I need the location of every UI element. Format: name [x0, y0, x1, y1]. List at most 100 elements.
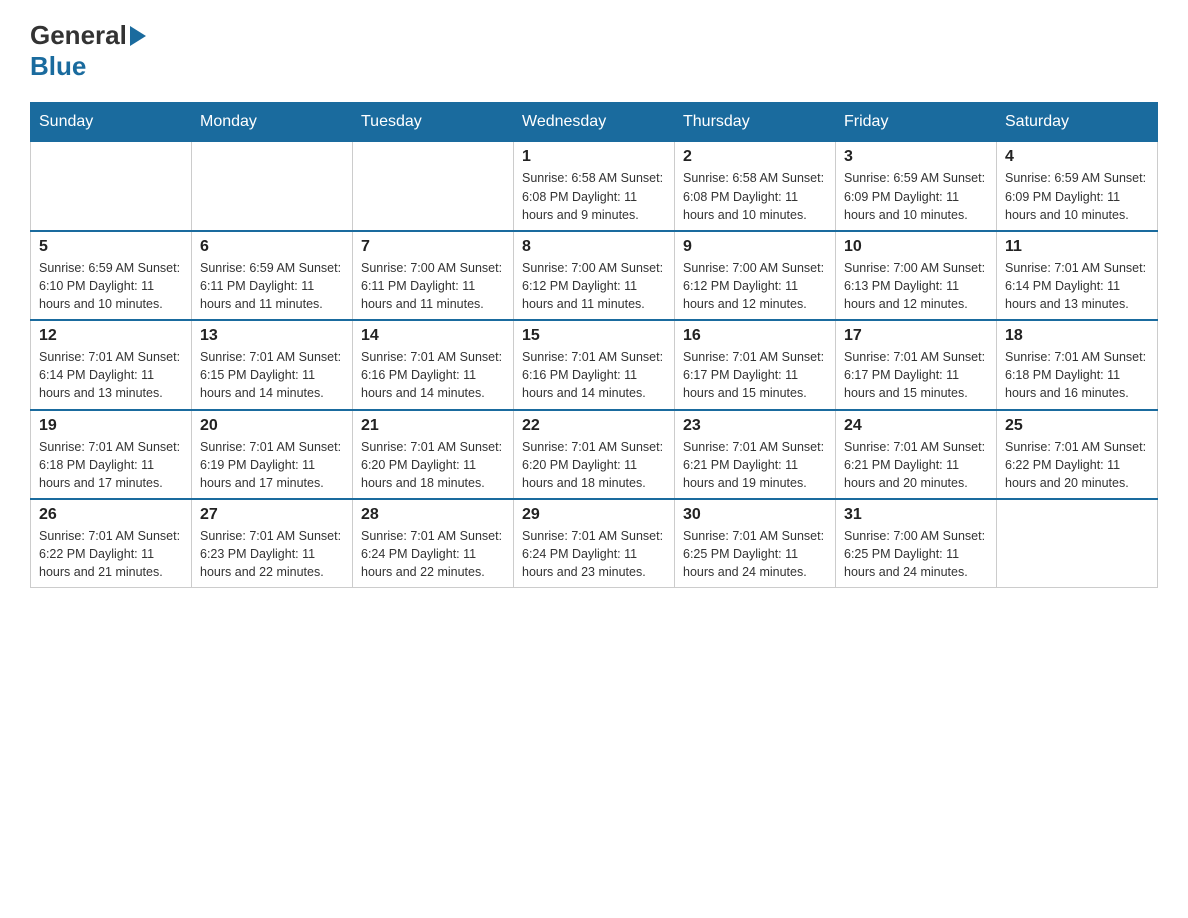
- day-info: Sunrise: 7:01 AM Sunset: 6:20 PM Dayligh…: [522, 438, 666, 492]
- day-number: 10: [844, 238, 988, 256]
- day-info: Sunrise: 7:00 AM Sunset: 6:12 PM Dayligh…: [522, 259, 666, 313]
- day-info: Sunrise: 7:00 AM Sunset: 6:11 PM Dayligh…: [361, 259, 505, 313]
- day-cell: 26 Sunrise: 7:01 AM Sunset: 6:22 PM Dayli…: [31, 499, 192, 588]
- day-number: 12: [39, 327, 183, 345]
- day-cell: 11 Sunrise: 7:01 AM Sunset: 6:14 PM Dayli…: [997, 231, 1158, 320]
- day-info: Sunrise: 7:01 AM Sunset: 6:23 PM Dayligh…: [200, 527, 344, 581]
- day-number: 31: [844, 506, 988, 524]
- day-number: 2: [683, 148, 827, 166]
- logo-triangle-icon: [130, 26, 146, 46]
- day-number: 16: [683, 327, 827, 345]
- day-info: Sunrise: 7:00 AM Sunset: 6:25 PM Dayligh…: [844, 527, 988, 581]
- day-cell: 22 Sunrise: 7:01 AM Sunset: 6:20 PM Dayli…: [514, 410, 675, 499]
- day-info: Sunrise: 7:00 AM Sunset: 6:12 PM Dayligh…: [683, 259, 827, 313]
- column-header-wednesday: Wednesday: [514, 103, 675, 142]
- day-number: 28: [361, 506, 505, 524]
- day-cell: 13Sunrise: 7:01 AM Sunset: 6:15 PM Dayli…: [192, 320, 353, 409]
- column-header-tuesday: Tuesday: [353, 103, 514, 142]
- day-info: Sunrise: 7:01 AM Sunset: 6:17 PM Dayligh…: [844, 348, 988, 402]
- day-cell: 31 Sunrise: 7:00 AM Sunset: 6:25 PM Dayli…: [836, 499, 997, 588]
- day-number: 3: [844, 148, 988, 166]
- day-number: 27: [200, 506, 344, 524]
- day-number: 1: [522, 148, 666, 166]
- day-cell: 14 Sunrise: 7:01 AM Sunset: 6:16 PM Dayli…: [353, 320, 514, 409]
- day-cell: [192, 142, 353, 231]
- day-cell: 8 Sunrise: 7:00 AM Sunset: 6:12 PM Daylig…: [514, 231, 675, 320]
- day-number: 11: [1005, 238, 1149, 256]
- day-info: Sunrise: 7:01 AM Sunset: 6:21 PM Dayligh…: [844, 438, 988, 492]
- day-cell: 2 Sunrise: 6:58 AM Sunset: 6:08 PM Daylig…: [675, 142, 836, 231]
- day-cell: 25Sunrise: 7:01 AM Sunset: 6:22 PM Dayli…: [997, 410, 1158, 499]
- day-cell: 23 Sunrise: 7:01 AM Sunset: 6:21 PM Dayli…: [675, 410, 836, 499]
- day-number: 5: [39, 238, 183, 256]
- day-number: 30: [683, 506, 827, 524]
- day-number: 14: [361, 327, 505, 345]
- day-number: 6: [200, 238, 344, 256]
- day-number: 9: [683, 238, 827, 256]
- day-cell: [353, 142, 514, 231]
- day-cell: 21Sunrise: 7:01 AM Sunset: 6:20 PM Dayli…: [353, 410, 514, 499]
- day-cell: 15 Sunrise: 7:01 AM Sunset: 6:16 PM Dayli…: [514, 320, 675, 409]
- day-cell: [31, 142, 192, 231]
- day-number: 17: [844, 327, 988, 345]
- week-row-5: 26 Sunrise: 7:01 AM Sunset: 6:22 PM Dayli…: [31, 499, 1158, 588]
- day-cell: 30 Sunrise: 7:01 AM Sunset: 6:25 PM Dayli…: [675, 499, 836, 588]
- day-info: Sunrise: 7:01 AM Sunset: 6:25 PM Dayligh…: [683, 527, 827, 581]
- column-header-sunday: Sunday: [31, 103, 192, 142]
- day-info: Sunrise: 7:01 AM Sunset: 6:18 PM Dayligh…: [39, 438, 183, 492]
- day-info: Sunrise: 7:00 AM Sunset: 6:13 PM Dayligh…: [844, 259, 988, 313]
- day-number: 22: [522, 417, 666, 435]
- day-info: Sunrise: 7:01 AM Sunset: 6:15 PM Dayligh…: [200, 348, 344, 402]
- day-cell: 27 Sunrise: 7:01 AM Sunset: 6:23 PM Dayli…: [192, 499, 353, 588]
- logo-text-general: General: [30, 20, 127, 51]
- day-cell: 24 Sunrise: 7:01 AM Sunset: 6:21 PM Dayli…: [836, 410, 997, 499]
- week-row-1: 1 Sunrise: 6:58 AM Sunset: 6:08 PM Daylig…: [31, 142, 1158, 231]
- column-header-friday: Friday: [836, 103, 997, 142]
- day-number: 8: [522, 238, 666, 256]
- day-cell: 9 Sunrise: 7:00 AM Sunset: 6:12 PM Daylig…: [675, 231, 836, 320]
- day-number: 20: [200, 417, 344, 435]
- calendar-table: SundayMondayTuesdayWednesdayThursdayFrid…: [30, 102, 1158, 588]
- day-info: Sunrise: 7:01 AM Sunset: 6:24 PM Dayligh…: [522, 527, 666, 581]
- day-number: 29: [522, 506, 666, 524]
- day-info: Sunrise: 7:01 AM Sunset: 6:19 PM Dayligh…: [200, 438, 344, 492]
- day-info: Sunrise: 7:01 AM Sunset: 6:16 PM Dayligh…: [522, 348, 666, 402]
- day-cell: 4Sunrise: 6:59 AM Sunset: 6:09 PM Daylig…: [997, 142, 1158, 231]
- day-cell: 29 Sunrise: 7:01 AM Sunset: 6:24 PM Dayli…: [514, 499, 675, 588]
- day-info: Sunrise: 7:01 AM Sunset: 6:16 PM Dayligh…: [361, 348, 505, 402]
- day-number: 18: [1005, 327, 1149, 345]
- day-info: Sunrise: 6:59 AM Sunset: 6:09 PM Dayligh…: [1005, 169, 1149, 223]
- column-header-monday: Monday: [192, 103, 353, 142]
- logo-text-blue: Blue: [30, 51, 86, 81]
- column-header-thursday: Thursday: [675, 103, 836, 142]
- day-info: Sunrise: 6:59 AM Sunset: 6:11 PM Dayligh…: [200, 259, 344, 313]
- day-cell: 28 Sunrise: 7:01 AM Sunset: 6:24 PM Dayli…: [353, 499, 514, 588]
- day-cell: 10 Sunrise: 7:00 AM Sunset: 6:13 PM Dayli…: [836, 231, 997, 320]
- day-info: Sunrise: 7:01 AM Sunset: 6:22 PM Dayligh…: [39, 527, 183, 581]
- day-cell: 17 Sunrise: 7:01 AM Sunset: 6:17 PM Dayli…: [836, 320, 997, 409]
- day-cell: 3 Sunrise: 6:59 AM Sunset: 6:09 PM Daylig…: [836, 142, 997, 231]
- day-number: 15: [522, 327, 666, 345]
- day-cell: 1Sunrise: 6:58 AM Sunset: 6:08 PM Daylig…: [514, 142, 675, 231]
- day-number: 19: [39, 417, 183, 435]
- day-cell: 12Sunrise: 7:01 AM Sunset: 6:14 PM Dayli…: [31, 320, 192, 409]
- header-row: SundayMondayTuesdayWednesdayThursdayFrid…: [31, 103, 1158, 142]
- day-number: 26: [39, 506, 183, 524]
- day-info: Sunrise: 6:58 AM Sunset: 6:08 PM Dayligh…: [683, 169, 827, 223]
- day-info: Sunrise: 6:59 AM Sunset: 6:09 PM Dayligh…: [844, 169, 988, 223]
- day-info: Sunrise: 7:01 AM Sunset: 6:17 PM Dayligh…: [683, 348, 827, 402]
- day-cell: 7 Sunrise: 7:00 AM Sunset: 6:11 PM Daylig…: [353, 231, 514, 320]
- day-cell: 16 Sunrise: 7:01 AM Sunset: 6:17 PM Dayli…: [675, 320, 836, 409]
- column-header-saturday: Saturday: [997, 103, 1158, 142]
- day-cell: 20 Sunrise: 7:01 AM Sunset: 6:19 PM Dayli…: [192, 410, 353, 499]
- week-row-4: 19 Sunrise: 7:01 AM Sunset: 6:18 PM Dayli…: [31, 410, 1158, 499]
- day-info: Sunrise: 7:01 AM Sunset: 6:20 PM Dayligh…: [361, 438, 505, 492]
- day-number: 7: [361, 238, 505, 256]
- week-row-3: 12Sunrise: 7:01 AM Sunset: 6:14 PM Dayli…: [31, 320, 1158, 409]
- day-info: Sunrise: 7:01 AM Sunset: 6:21 PM Dayligh…: [683, 438, 827, 492]
- day-number: 23: [683, 417, 827, 435]
- day-info: Sunrise: 7:01 AM Sunset: 6:14 PM Dayligh…: [1005, 259, 1149, 313]
- day-info: Sunrise: 7:01 AM Sunset: 6:24 PM Dayligh…: [361, 527, 505, 581]
- day-info: Sunrise: 7:01 AM Sunset: 6:22 PM Dayligh…: [1005, 438, 1149, 492]
- day-number: 24: [844, 417, 988, 435]
